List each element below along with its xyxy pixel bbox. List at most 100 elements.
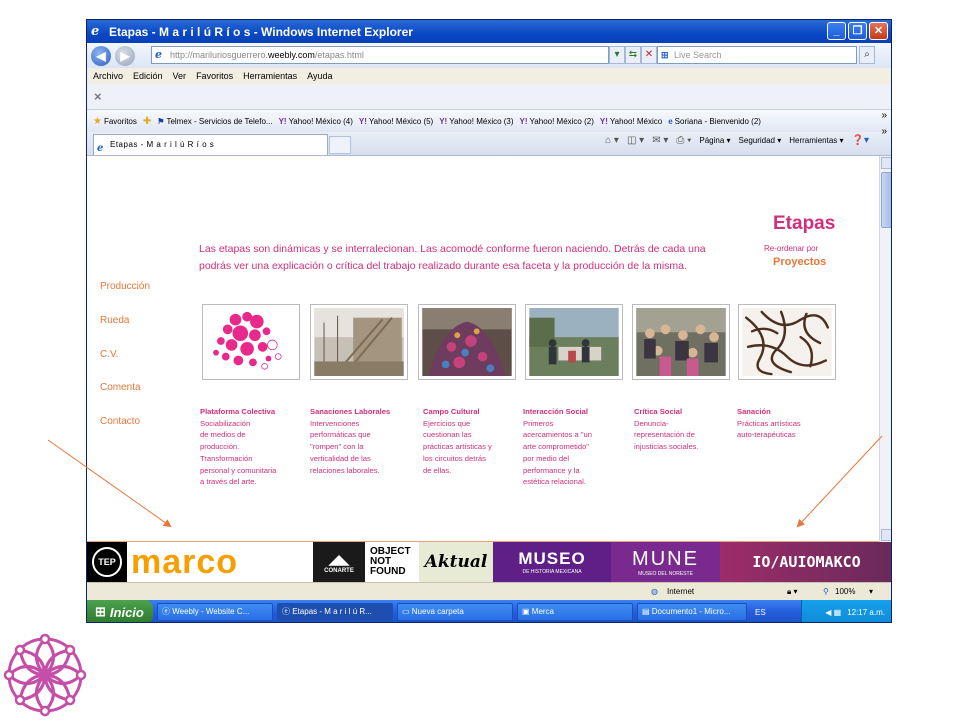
start-button[interactable]: ⊞ Inicio <box>87 600 153 622</box>
project-caption: Sanación Prácticas artísticas auto-terap… <box>737 406 801 441</box>
scroll-up-button[interactable] <box>881 157 891 169</box>
menu-herramientas[interactable]: Herramientas <box>243 71 297 81</box>
vertical-scrollbar[interactable] <box>879 156 891 542</box>
marco-logo: marco <box>127 542 313 582</box>
tray-icons[interactable]: ◀ ▦ <box>825 608 841 617</box>
help-icon[interactable]: ❓▾ <box>852 135 869 146</box>
taskbar-item[interactable]: ▤ Documento1 - Micro... <box>637 603 747 621</box>
taskbar-item[interactable]: ▣ Merca <box>517 603 633 621</box>
nav-produccion[interactable]: Producción <box>100 281 150 292</box>
home-icon[interactable]: ⌂ ▾ <box>605 135 619 146</box>
menu-archivo[interactable]: Archivo <box>93 71 123 81</box>
caption-line: acercamientos a "un <box>523 430 592 440</box>
project-title[interactable]: Sanaciones Laborales <box>310 406 390 418</box>
search-button[interactable]: ⌕ <box>859 46 875 64</box>
security-menu[interactable]: Seguridad ▾ <box>739 136 782 145</box>
nav-comenta[interactable]: Comenta <box>100 382 141 393</box>
menu-ayuda[interactable]: Ayuda <box>307 71 332 81</box>
favorites-more-icon[interactable]: » <box>881 110 887 121</box>
cmd-more-icon[interactable]: » <box>881 126 887 137</box>
command-bar: ⌂ ▾ ◫ ▾ ✉ ▾ ⎙ ▾ Página ▾ Seguridad ▾ Her… <box>605 135 869 146</box>
new-tab-button[interactable] <box>329 136 351 154</box>
project-thumbnail[interactable] <box>202 304 300 380</box>
caption-line: injusticias sociales. <box>634 442 699 452</box>
caption-line: Prácticas artísticas <box>737 418 801 428</box>
protected-mode-icon[interactable]: 🔒︎ ▾ <box>787 587 798 597</box>
project-title[interactable]: Campo Cultural <box>423 406 492 418</box>
favorite-item[interactable]: Y! Yahoo! México (5) <box>359 117 433 126</box>
favorite-item[interactable]: Y! Yahoo! México (3) <box>439 117 513 126</box>
windows-logo-icon: ⊞ <box>95 604 106 619</box>
favorite-item[interactable]: Y! Yahoo! México <box>600 117 662 126</box>
project-thumbnail[interactable] <box>632 304 730 380</box>
project-thumbnail[interactable] <box>738 304 836 380</box>
forward-button[interactable]: ▶ <box>115 45 135 66</box>
taskbar-item[interactable]: ⓔ Weebly - Website C... <box>157 603 273 621</box>
url-path: /etapas.html <box>314 50 364 60</box>
project-thumbnail[interactable] <box>310 304 408 380</box>
add-favorite-icon[interactable]: ✚ <box>143 116 151 127</box>
zoom-dropdown-icon[interactable]: ▾ <box>869 587 873 596</box>
mail-icon[interactable]: ✉ ▾ <box>652 135 668 146</box>
tep-logo-text: TEP <box>92 547 122 577</box>
print-icon[interactable]: ⎙ ▾ <box>676 135 691 146</box>
project-title[interactable]: Crítica Social <box>634 406 699 418</box>
caption-line: relaciones laborales. <box>310 465 380 475</box>
caption-line: prácticas artísticas y <box>423 442 492 452</box>
minimize-button[interactable]: _ <box>827 22 846 40</box>
mune-logo: MUNE MUSEO DEL NORESTE <box>611 542 720 582</box>
museo-logo-text: MUSEO <box>518 549 586 568</box>
caption-line: Primeros <box>523 418 554 428</box>
project-thumbnail[interactable] <box>525 304 623 380</box>
favorite-item[interactable]: Y! Yahoo! México (4) <box>279 117 353 126</box>
scroll-thumb[interactable] <box>881 172 891 228</box>
taskbar-item-active[interactable]: ⓔ Etapas - M a r i l ú R... <box>277 603 393 621</box>
nav-rueda[interactable]: Rueda <box>100 315 129 326</box>
taskbar-item[interactable]: ▭ Nueva carpeta <box>397 603 513 621</box>
stop-icon[interactable]: ✕ <box>641 46 657 64</box>
url-input[interactable]: e http://mariluriosguerrero.weebly.com/e… <box>151 46 609 64</box>
url-dropdown-button[interactable]: ▾ <box>609 46 625 64</box>
favorite-item[interactable]: e Soriana - Bienvenido (2) <box>668 117 761 126</box>
language-indicator[interactable]: ES <box>755 608 766 617</box>
globe-icon: ◍ <box>651 587 658 596</box>
page-menu[interactable]: Página ▾ <box>699 136 730 145</box>
search-placeholder: Live Search <box>674 50 722 60</box>
project-title[interactable]: Plataforma Colectiva <box>200 406 276 418</box>
menu-edicion[interactable]: Edición <box>133 71 163 81</box>
project-caption: Sanaciones Laborales Intervenciones perf… <box>310 406 390 476</box>
zoom-level[interactable]: 100% <box>835 587 855 596</box>
favorite-item[interactable]: ⚑ Telmex - Servicios de Telefo... <box>157 117 272 126</box>
tab-etapas[interactable]: e Etapas - M a r i l ú R í o s <box>93 134 328 155</box>
project-thumbnail[interactable] <box>418 304 516 380</box>
tep-logo: TEP <box>87 542 127 582</box>
close-button[interactable]: ✕ <box>869 22 888 40</box>
favorite-item[interactable]: Y! Yahoo! México (2) <box>520 117 594 126</box>
favorites-label: Favoritos <box>103 116 137 126</box>
feeds-icon[interactable]: ◫ ▾ <box>627 135 644 146</box>
back-button[interactable]: ◀ <box>91 45 111 66</box>
refresh-icon[interactable]: ⇆ <box>625 46 641 64</box>
ie-task-icon: ⓔ <box>282 607 293 616</box>
project-title[interactable]: Sanación <box>737 406 801 418</box>
sort-option-proyectos[interactable]: Proyectos <box>773 256 826 268</box>
search-input[interactable]: ⊞ Live Search <box>657 46 857 64</box>
favorites-button[interactable]: ★ Favoritos <box>93 116 137 127</box>
close-toolbar-icon[interactable]: × <box>94 89 102 104</box>
yahoo-icon: Y! <box>278 116 287 126</box>
menu-favoritos[interactable]: Favoritos <box>196 71 233 81</box>
tools-menu[interactable]: Herramientas ▾ <box>789 136 843 145</box>
favorite-label: Yahoo! México (5) <box>368 116 434 126</box>
nav-contacto[interactable]: Contacto <box>100 416 140 427</box>
scroll-down-button[interactable] <box>881 529 891 541</box>
menu-ver[interactable]: Ver <box>173 71 187 81</box>
caption-line: representación de <box>634 430 695 440</box>
project-title[interactable]: Interacción Social <box>523 406 592 418</box>
maximize-button[interactable]: ❐ <box>848 22 867 40</box>
toolbar-close-strip: × <box>87 84 891 110</box>
ie-page-icon: e <box>668 116 673 126</box>
favorite-label: Soriana - Bienvenido (2) <box>674 116 761 126</box>
zone-label: Internet <box>667 587 695 596</box>
taskbar-item-label: Etapas - M a r i l ú R... <box>292 607 372 616</box>
nav-cv[interactable]: C.V. <box>100 349 119 360</box>
